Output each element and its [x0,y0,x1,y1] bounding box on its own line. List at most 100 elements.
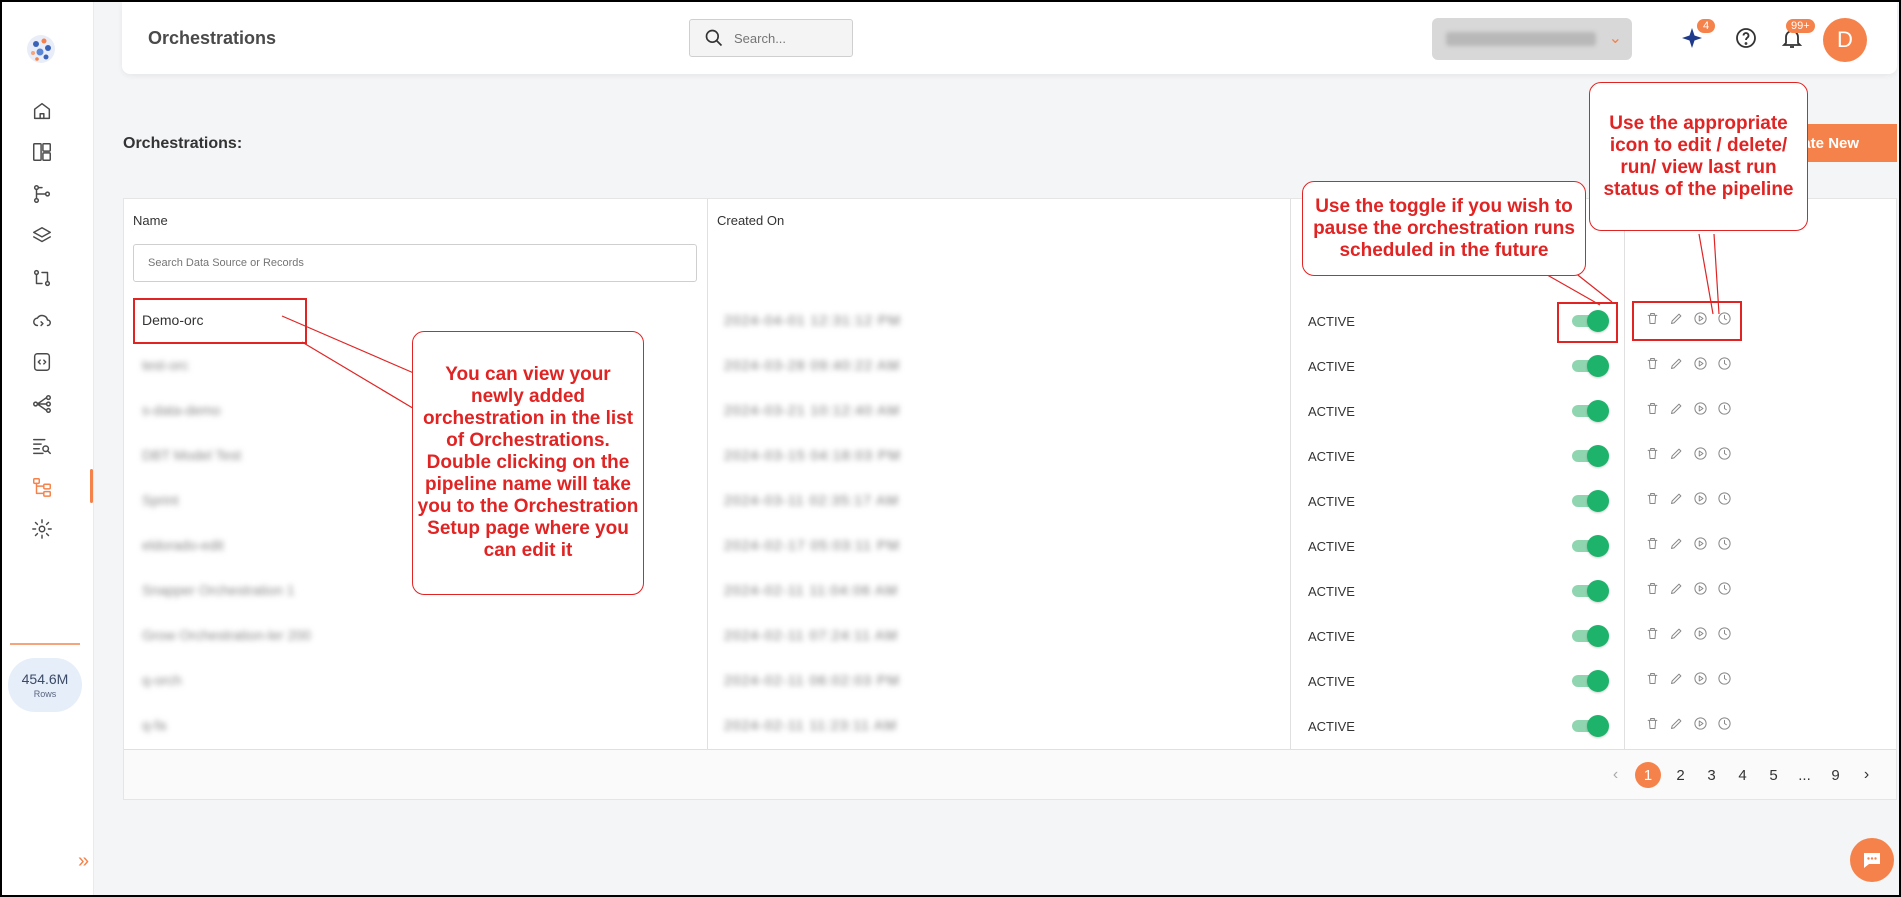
edit-icon[interactable] [1667,489,1685,507]
orchestration-name[interactable]: Snapper Orchestration 1 [142,582,295,598]
last-run-status-icon[interactable] [1715,714,1733,732]
edit-icon[interactable] [1667,534,1685,552]
orchestration-name[interactable]: Grow Orchestration-ler 200 [142,627,311,643]
sidebar-item-dashboard[interactable] [28,138,56,166]
run-icon[interactable] [1691,624,1709,642]
sidebar-item-pipelines[interactable] [28,180,56,208]
sidebar-item-sync[interactable] [28,306,56,334]
run-icon[interactable] [1691,579,1709,597]
column-header-name[interactable]: Name [133,213,168,228]
delete-icon[interactable] [1643,354,1661,372]
last-run-status-icon[interactable] [1715,534,1733,552]
table-row[interactable]: q-orch 2024-02-11 06:02:03 PM ACTIVE [124,659,1896,704]
toggle-knob [1587,625,1609,647]
edit-icon[interactable] [1667,669,1685,687]
avatar[interactable]: D [1823,18,1867,62]
page-2[interactable]: 2 [1669,762,1692,788]
run-icon[interactable] [1691,354,1709,372]
edit-icon[interactable] [1667,444,1685,462]
run-icon[interactable] [1691,444,1709,462]
table-row[interactable]: eldorado-edit 2024-02-17 05:03:11 PM ACTIV… [124,524,1896,569]
page-4[interactable]: 4 [1731,762,1754,788]
last-run-status-icon[interactable] [1715,489,1733,507]
orchestration-name[interactable]: q-orch [142,672,182,688]
table-filter-input[interactable] [133,244,697,282]
next-page-icon[interactable]: › [1855,762,1878,788]
last-run-status-icon[interactable] [1715,399,1733,417]
toggle-knob [1587,535,1609,557]
orchestration-name[interactable]: Sprint [142,492,179,508]
page-9[interactable]: 9 [1824,762,1847,788]
orchestration-name[interactable]: s-data-demo [142,402,221,418]
table-row[interactable]: Grow Orchestration-ler 200 2024-02-11 07:… [124,614,1896,659]
active-toggle[interactable] [1572,670,1609,692]
active-toggle[interactable] [1572,715,1609,737]
orchestration-name[interactable]: DBT Model Test [142,447,241,463]
sidebar-item-lineage[interactable] [28,390,56,418]
last-run-status-icon[interactable] [1715,624,1733,642]
delete-icon[interactable] [1643,534,1661,552]
edit-icon[interactable] [1667,579,1685,597]
orchestration-name[interactable]: test-orc [142,357,189,373]
sidebar-item-orchestrations[interactable] [28,473,56,501]
sidebar-item-query[interactable] [28,432,56,460]
table-row[interactable]: DBT Model Test 2024-03-15 04:18:03 PM ACTI… [124,434,1896,479]
sidebar-item-settings[interactable] [28,515,56,543]
table-row[interactable]: q-fa 2024-02-11 11:23:11 AM ACTIVE [124,704,1896,749]
run-icon[interactable] [1691,669,1709,687]
active-toggle[interactable] [1572,535,1609,557]
sidebar-item-home[interactable] [28,97,56,125]
status-badge: ACTIVE [1308,674,1355,689]
active-toggle[interactable] [1572,355,1609,377]
rows-usage-badge[interactable]: 454.6M Rows [8,658,82,712]
workspace-selector[interactable]: ⌄ [1432,18,1632,60]
active-toggle[interactable] [1572,445,1609,467]
edit-icon[interactable] [1667,354,1685,372]
active-toggle[interactable] [1572,400,1609,422]
run-icon[interactable] [1691,534,1709,552]
prev-page-icon[interactable]: ‹ [1604,762,1627,788]
chevron-down-icon: ⌄ [1608,30,1622,47]
edit-icon[interactable] [1667,624,1685,642]
app-logo-icon[interactable] [22,30,60,68]
page-5[interactable]: 5 [1762,762,1785,788]
orchestration-name[interactable]: eldorado-edit [142,537,224,553]
last-run-status-icon[interactable] [1715,354,1733,372]
table-row[interactable]: Sprint 2024-03-11 02:35:17 AM ACTIVE [124,479,1896,524]
delete-icon[interactable] [1643,669,1661,687]
search-input[interactable] [734,30,844,46]
table-row[interactable]: test-orc 2024-03-28 09:40:22 AM ACTIVE [124,344,1896,389]
run-icon[interactable] [1691,489,1709,507]
delete-icon[interactable] [1643,579,1661,597]
active-toggle[interactable] [1572,625,1609,647]
table-row[interactable]: Snapper Orchestration 1 2024-02-11 11:04:… [124,569,1896,614]
delete-icon[interactable] [1643,624,1661,642]
delete-icon[interactable] [1643,489,1661,507]
table-row[interactable]: Demo-orc 2024-04-01 12:31:12 PM ACTIVE [124,299,1896,344]
active-toggle[interactable] [1572,490,1609,512]
pagination: ‹ 1 2 3 4 5 ... 9 › [1604,762,1878,788]
run-icon[interactable] [1691,714,1709,732]
delete-icon[interactable] [1643,399,1661,417]
edit-icon[interactable] [1667,399,1685,417]
delete-icon[interactable] [1643,714,1661,732]
delete-icon[interactable] [1643,444,1661,462]
column-header-created-on[interactable]: Created On [717,213,784,228]
chat-support-button[interactable] [1850,838,1894,882]
page-3[interactable]: 3 [1700,762,1723,788]
sidebar-item-layers[interactable] [28,222,56,250]
last-run-status-icon[interactable] [1715,669,1733,687]
sidebar-item-transform[interactable] [28,264,56,292]
table-row[interactable]: s-data-demo 2024-03-21 10:12:40 AM ACTIVE [124,389,1896,434]
orchestration-name[interactable]: q-fa [142,717,166,733]
last-run-status-icon[interactable] [1715,444,1733,462]
expand-sidebar-icon[interactable]: » [78,850,89,873]
global-search[interactable] [689,19,853,57]
edit-icon[interactable] [1667,714,1685,732]
sidebar-item-code[interactable] [28,348,56,376]
run-icon[interactable] [1691,399,1709,417]
page-1[interactable]: 1 [1635,762,1661,788]
last-run-status-icon[interactable] [1715,579,1733,597]
help-button[interactable] [1732,24,1760,52]
active-toggle[interactable] [1572,580,1609,602]
